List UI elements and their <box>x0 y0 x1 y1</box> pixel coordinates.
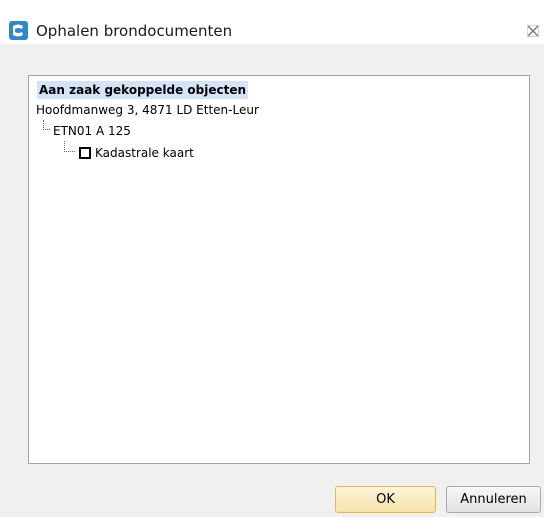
tree-item-address[interactable]: Hoofdmanweg 3, 4871 LD Etten-Leur <box>36 102 259 118</box>
document-checkbox[interactable] <box>79 147 91 159</box>
app-icon <box>9 21 28 40</box>
tree-connector-line <box>43 120 50 130</box>
close-icon[interactable] <box>527 25 539 37</box>
window-title: Ophalen brondocumenten <box>36 22 233 40</box>
tree-item-parcel[interactable]: ETN01 A 125 <box>53 123 131 139</box>
object-tree: Aan zaak gekoppelde objecten Hoofdmanweg… <box>29 76 529 463</box>
tree-root-label[interactable]: Aan zaak gekoppelde objecten <box>37 81 249 99</box>
tree-item-document-label[interactable]: Kadastrale kaart <box>95 145 194 161</box>
object-tree-panel[interactable]: Aan zaak gekoppelde objecten Hoofdmanweg… <box>28 75 530 464</box>
tree-connector-line <box>64 141 75 152</box>
ok-button[interactable]: OK <box>335 486 436 513</box>
cancel-button[interactable]: Annuleren <box>446 486 541 513</box>
dialog-window: Ophalen brondocumenten Aan zaak gekoppel… <box>0 0 544 517</box>
title-bar[interactable]: Ophalen brondocumenten <box>0 0 544 44</box>
